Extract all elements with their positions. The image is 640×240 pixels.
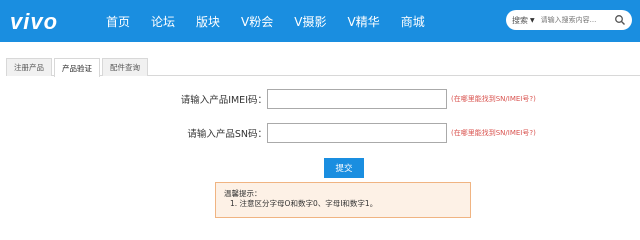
imei-input[interactable] xyxy=(267,89,447,109)
sn-input[interactable] xyxy=(267,123,447,143)
top-header: vivo 首页 论坛 版块 V粉会 V摄影 V精华 商城 搜索 ▼ xyxy=(0,0,640,42)
search-input[interactable] xyxy=(540,16,605,24)
sn-row: 请输入产品SN码： (在哪里能找到SN/IMEI号?) xyxy=(168,123,536,143)
search-box: 搜索 ▼ xyxy=(506,10,632,30)
nav-item-vbest[interactable]: V精华 xyxy=(347,13,379,30)
caret-down-icon: ▼ xyxy=(530,16,535,24)
notice-box: 温馨提示： 1. 注意区分字母O和数字0、字母I和数字1。 xyxy=(215,182,471,218)
main-nav: 首页 论坛 版块 V粉会 V摄影 V精华 商城 xyxy=(106,0,446,42)
imei-label: 请输入产品IMEI码： xyxy=(180,95,267,106)
sn-label: 请输入产品SN码： xyxy=(187,129,267,140)
notice-title: 温馨提示： xyxy=(224,189,262,198)
vivo-logo[interactable]: vivo xyxy=(10,9,58,35)
nav-item-vphoto[interactable]: V摄影 xyxy=(294,13,326,30)
notice-item: 1. 注意区分字母O和数字0、字母I和数字1。 xyxy=(230,199,378,208)
imei-row: 请输入产品IMEI码： (在哪里能找到SN/IMEI号?) xyxy=(168,89,536,109)
search-icon[interactable] xyxy=(614,14,626,26)
search-category-label: 搜索 xyxy=(512,15,528,25)
nav-item-home[interactable]: 首页 xyxy=(106,13,130,30)
tab-bar: 注册产品 产品验证 配件查询 xyxy=(6,58,640,77)
submit-button[interactable]: 提交 xyxy=(324,158,364,178)
nav-item-sections[interactable]: 版块 xyxy=(196,13,220,30)
nav-item-vfans[interactable]: V粉会 xyxy=(241,13,273,30)
tab-product-verify[interactable]: 产品验证 xyxy=(54,58,100,77)
tab-accessory-query[interactable]: 配件查询 xyxy=(102,58,148,76)
search-category-dropdown[interactable]: 搜索 ▼ xyxy=(506,15,535,26)
nav-item-forum[interactable]: 论坛 xyxy=(151,13,175,30)
tab-register-product[interactable]: 注册产品 xyxy=(6,58,52,76)
sn-help-link[interactable]: (在哪里能找到SN/IMEI号?) xyxy=(451,128,536,138)
nav-item-mall[interactable]: 商城 xyxy=(401,13,425,30)
imei-help-link[interactable]: (在哪里能找到SN/IMEI号?) xyxy=(451,94,536,104)
